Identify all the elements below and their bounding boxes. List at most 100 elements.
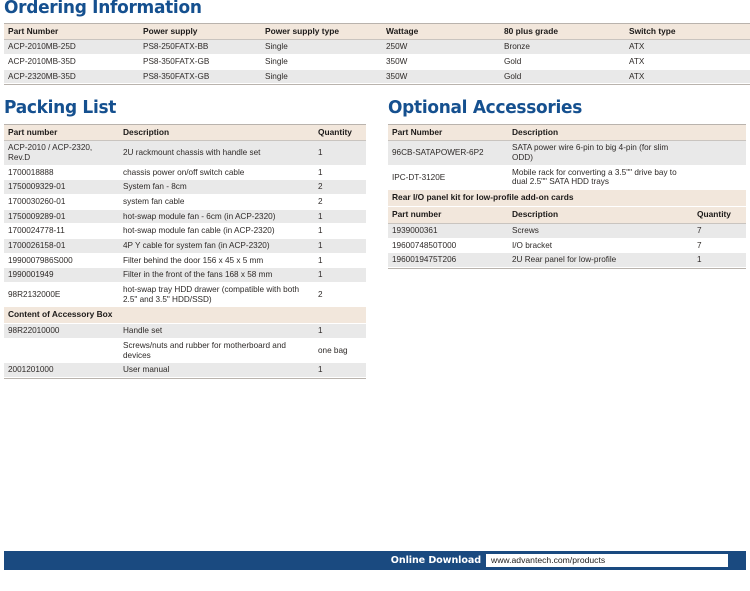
table-row: 96CB-SATAPOWER-6P2 SATA power wire 6-pin … — [388, 140, 747, 166]
column-header-part-number: Part number — [4, 124, 119, 142]
table-cell: 1990001949 — [4, 267, 119, 284]
table-row: 1700030260-01 system fan cable 2 — [4, 194, 366, 210]
table-cell: Single — [261, 54, 382, 70]
table-cell: 7 — [693, 223, 747, 239]
table-row: ACP-2010 / ACP-2320, Rev.D 2U rackmount c… — [4, 140, 366, 166]
table-cell: 2001201000 — [4, 362, 119, 379]
column-header-quantity: Quantity — [314, 124, 366, 142]
table-cell: PS8-350FATX-GB — [139, 54, 261, 70]
table-row: IPC-DT-3120E Mobile rack for converting a… — [388, 165, 747, 191]
table-cell: 2U rackmount chassis with handle set — [119, 140, 314, 166]
table-cell: hot-swap module fan cable (in ACP-2320) — [119, 223, 314, 240]
column-header-part-number: Part Number — [4, 23, 139, 41]
table-cell: Screws/nuts and rubber for motherboard a… — [119, 338, 314, 364]
table-cell: system fan cable — [119, 194, 314, 210]
table-cell: 1 — [314, 267, 366, 284]
column-header-wattage: Wattage — [382, 23, 500, 41]
table-cell: 2 — [314, 282, 366, 308]
table-cell: System fan - 8cm — [119, 179, 314, 196]
table-cell: PS8-250FATX-BB — [139, 39, 261, 56]
table-cell — [693, 165, 747, 191]
table-cell: Filter behind the door 156 x 45 x 5 mm — [119, 253, 314, 269]
table-cell: IPC-DT-3120E — [388, 165, 508, 191]
table-cell: Single — [261, 39, 382, 56]
table-row: 1750009289-01 hot-swap module fan - 6cm (… — [4, 209, 366, 225]
table-header-row: Part Number Power supply Power supply ty… — [4, 23, 750, 41]
column-header-power-supply-type: Power supply type — [261, 23, 382, 41]
table-header-row: Part number Description Quantity — [4, 124, 366, 142]
table-row: 98R2132000E hot-swap tray HDD drawer (com… — [4, 282, 366, 308]
table-row: Screws/nuts and rubber for motherboard a… — [4, 338, 366, 364]
table-cell: 1939000361 — [388, 223, 508, 239]
table-cell — [4, 338, 119, 364]
optional-accessories-section: Optional Accessories Part Number Descrip… — [388, 99, 747, 269]
online-download-label: Online Download — [390, 555, 481, 566]
column-header: Description — [508, 206, 693, 224]
column-header-description: Description — [508, 124, 747, 142]
table-cell: 1 — [314, 140, 366, 166]
table-row: 1700024778-11 hot-swap module fan cable (… — [4, 223, 366, 240]
table-cell: one bag — [314, 338, 366, 364]
table-row: 1990001949 Filter in the front of the fan… — [4, 267, 366, 284]
table-cell: 96CB-SATAPOWER-6P2 — [388, 140, 508, 166]
table-cell: 1700024778-11 — [4, 223, 119, 240]
table-cell: ATX — [625, 69, 750, 85]
table-cell: 1700026158-01 — [4, 238, 119, 254]
table-cell: 1750009289-01 — [4, 209, 119, 225]
table-cell: 1 — [314, 165, 366, 181]
table-cell: Handle set — [119, 323, 314, 340]
datasheet-page: Ordering Information Part Number Power s… — [0, 0, 750, 591]
table-row: ACP-2010MB-25D PS8-250FATX-BB Single 250W Br… — [4, 39, 750, 56]
table-row: 1990007986S000 Filter behind the door 156… — [4, 253, 366, 269]
table-row: 1700018888 chassis power on/off switch ca… — [4, 165, 366, 181]
table-cell: 98R22010000 — [4, 323, 119, 340]
column-header-80-plus-grade: 80 plus grade — [500, 23, 625, 41]
table-cell: 1 — [314, 223, 366, 240]
table-cell: ACP-2010MB-35D — [4, 54, 139, 70]
table-cell: Gold — [500, 69, 625, 85]
online-download-url[interactable]: www.advantech.com/products — [486, 554, 728, 567]
packing-list-table: Part number Description Quantity ACP-201… — [4, 124, 366, 379]
table-cell: 350W — [382, 54, 500, 70]
packing-list-section: Packing List Part number Description Qua… — [4, 99, 366, 380]
table-cell: 1750009329-01 — [4, 179, 119, 196]
table-cell: ATX — [625, 54, 750, 70]
table-cell: Filter in the front of the fans 168 x 58… — [119, 267, 314, 284]
table-cell: 1 — [314, 209, 366, 225]
table-header-row: Part Number Description — [388, 124, 747, 142]
footer-bar: Online Download www.advantech.com/produc… — [4, 551, 746, 570]
optional-table-wrap: Part Number Description 96CB-SATAPOWER-6… — [388, 123, 747, 269]
table-cell: 250W — [382, 39, 500, 56]
table-cell: 1 — [314, 323, 366, 340]
column-header: Part number — [388, 206, 508, 224]
packing-table-body: ACP-2010 / ACP-2320, Rev.D 2U rackmount c… — [4, 140, 366, 379]
column-header-description: Description — [119, 124, 314, 142]
table-cell: 98R2132000E — [4, 282, 119, 308]
table-row: 98R22010000 Handle set 1 — [4, 323, 366, 340]
table-cell: ACP-2010 / ACP-2320, Rev.D — [4, 140, 119, 166]
table-row: 1700026158-01 4P Y cable for system fan (… — [4, 238, 366, 254]
table-subheader-label: Rear I/O panel kit for low-profile add-o… — [388, 189, 747, 207]
column-header: Quantity — [693, 206, 747, 224]
table-cell: 350W — [382, 69, 500, 85]
table-cell: 1960074850T000 — [388, 238, 508, 254]
table-cell: hot-swap tray HDD drawer (compatible wit… — [119, 282, 314, 308]
table-cell: Mobile rack for converting a 3.5"" drive… — [508, 165, 693, 191]
table-row: 1750009329-01 System fan - 8cm 2 — [4, 179, 366, 196]
table-cell — [693, 140, 747, 166]
table-row: 1939000361 Screws 7 — [388, 223, 747, 239]
optional-accessories-table: Part Number Description 96CB-SATAPOWER-6… — [388, 124, 747, 268]
column-header-power-supply: Power supply — [139, 23, 261, 41]
table-cell: ATX — [625, 39, 750, 56]
table-cell: 1 — [314, 362, 366, 379]
table-cell: Bronze — [500, 39, 625, 56]
table-cell: 1700018888 — [4, 165, 119, 181]
ordering-information-heading: Ordering Information — [4, 0, 202, 18]
table-cell: 1 — [314, 253, 366, 269]
table-subheader-label: Content of Accessory Box — [4, 306, 366, 325]
packing-table-wrap: Part number Description Quantity ACP-201… — [4, 123, 366, 380]
table-cell: 1 — [693, 252, 747, 268]
ordering-information-section: Ordering Information Part Number Power s… — [4, 0, 750, 86]
table-cell: 7 — [693, 238, 747, 254]
table-cell: Screws — [508, 223, 693, 239]
